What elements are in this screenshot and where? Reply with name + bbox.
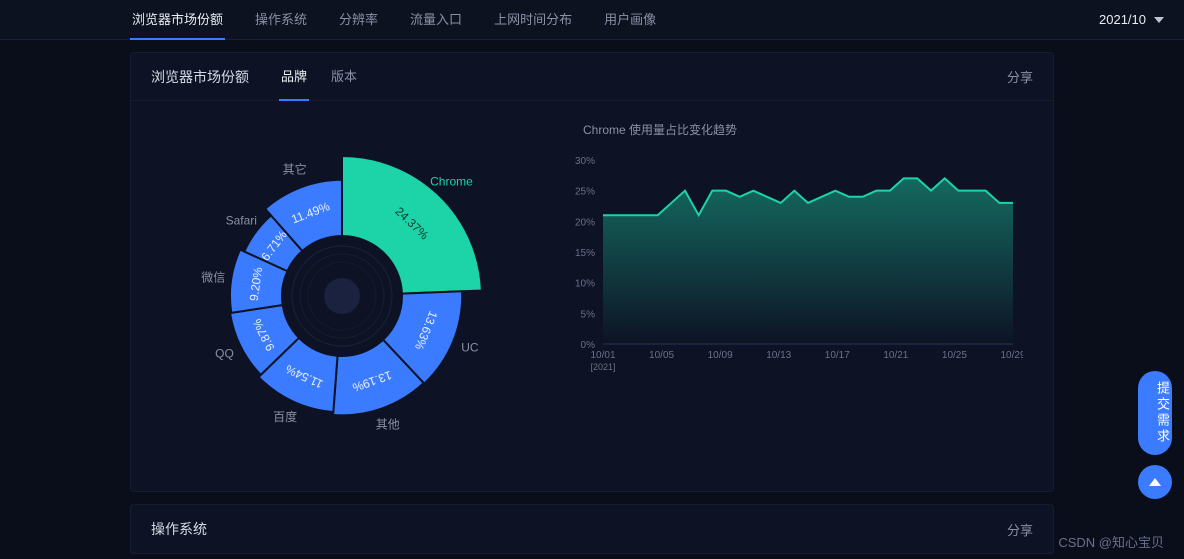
nav-tab-res[interactable]: 分辨率: [337, 0, 380, 40]
chevron-down-icon: [1154, 17, 1164, 23]
y-tick-label: 5%: [581, 309, 596, 320]
watermark: CSDN @知心宝贝: [1058, 532, 1164, 551]
x-tick-label: 10/01: [590, 350, 615, 361]
subtab-version[interactable]: 版本: [329, 52, 359, 101]
donut-name-label: 其他: [376, 418, 400, 432]
donut-name-label: QQ: [215, 347, 234, 361]
donut-name-label: 微信: [201, 270, 225, 284]
panel2-title: 操作系统: [151, 519, 207, 539]
floating-actions: 提交需求: [1138, 371, 1172, 499]
nav-tab-browser[interactable]: 浏览器市场份额: [130, 0, 225, 40]
panel-header: 浏览器市场份额 品牌 版本 分享: [131, 53, 1053, 101]
x-tick-label: 10/17: [825, 350, 850, 361]
donut-name-label: Safari: [226, 213, 257, 227]
panel2-share-button[interactable]: 分享: [1007, 520, 1033, 539]
nav-tab-os[interactable]: 操作系统: [253, 0, 309, 40]
x-tick-label: 10/09: [708, 350, 733, 361]
top-nav: 浏览器市场份额 操作系统 分辨率 流量入口 上网时间分布 用户画像 2021/1…: [0, 0, 1184, 40]
x-tick-label: 10/13: [766, 350, 791, 361]
date-value: 2021/10: [1099, 12, 1146, 27]
donut-name-label: Chrome: [430, 174, 473, 188]
y-tick-label: 20%: [575, 217, 595, 228]
donut-chart-container: 24.37%Chrome13.63%UC13.19%其他11.54%百度9.87…: [131, 101, 553, 491]
panel-os: 操作系统 分享: [130, 504, 1054, 554]
panel-subtabs: 品牌 版本: [279, 52, 359, 101]
y-tick-label: 15%: [575, 248, 595, 259]
donut-chart[interactable]: 24.37%Chrome13.63%UC13.19%其他11.54%百度9.87…: [152, 106, 532, 486]
panel-body: 24.37%Chrome13.63%UC13.19%其他11.54%百度9.87…: [131, 101, 1053, 491]
x-tick-label: 10/21: [883, 350, 908, 361]
x-tick-label: 10/25: [942, 350, 967, 361]
line-chart-container: Chrome 使用量占比变化趋势 0%5%10%15%20%25%30%10/0…: [553, 101, 1053, 491]
nav-tab-time[interactable]: 上网时间分布: [492, 0, 574, 40]
top-nav-tabs: 浏览器市场份额 操作系统 分辨率 流量入口 上网时间分布 用户画像: [130, 0, 658, 40]
y-tick-label: 30%: [575, 156, 595, 167]
submit-request-button[interactable]: 提交需求: [1138, 371, 1172, 455]
line-chart[interactable]: 0%5%10%15%20%25%30%10/01[2021]10/0510/09…: [563, 150, 1023, 380]
nav-tab-traffic[interactable]: 流量入口: [408, 0, 464, 40]
x-tick-sublabel: [2021]: [590, 362, 615, 372]
line-chart-title: Chrome 使用量占比变化趋势: [583, 121, 1023, 138]
share-button[interactable]: 分享: [1007, 67, 1033, 86]
x-tick-label: 10/05: [649, 350, 674, 361]
nav-tab-profile[interactable]: 用户画像: [602, 0, 658, 40]
donut-name-label: 其它: [283, 162, 307, 177]
x-tick-label: 10/29: [1000, 350, 1023, 361]
y-tick-label: 25%: [575, 187, 595, 198]
subtab-brand[interactable]: 品牌: [279, 52, 309, 101]
chevron-up-icon: [1149, 478, 1161, 486]
scroll-top-button[interactable]: [1138, 465, 1172, 499]
y-tick-label: 10%: [575, 279, 595, 290]
panel-title: 浏览器市场份额: [151, 67, 249, 87]
panel2-header: 操作系统 分享: [131, 505, 1053, 553]
donut-name-label: 百度: [273, 409, 297, 424]
date-picker[interactable]: 2021/10: [1099, 12, 1164, 27]
panel-browser-share: 浏览器市场份额 品牌 版本 分享 24.37%Chrome13.63%UC13.…: [130, 52, 1054, 492]
donut-name-label: UC: [461, 341, 479, 355]
